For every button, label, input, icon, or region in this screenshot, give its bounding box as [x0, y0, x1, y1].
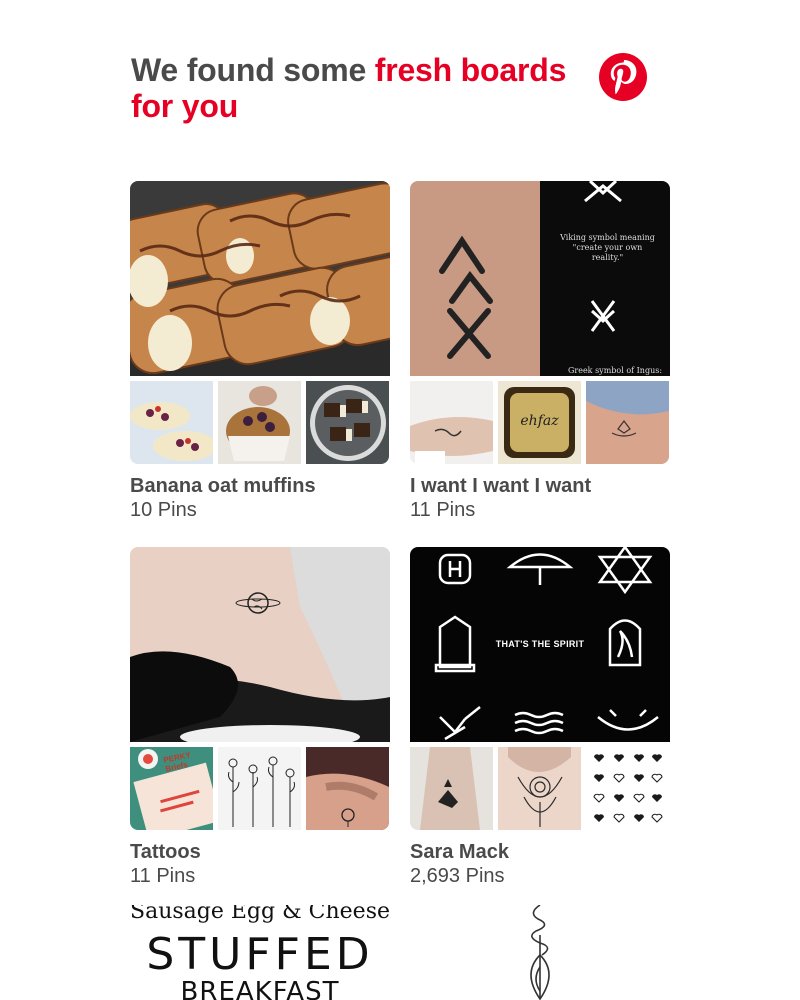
board-thumbnail — [410, 381, 493, 464]
board-cover-image: Viking symbol meaning "create your own r… — [410, 181, 670, 376]
board-card-teaser[interactable]: Sausage Egg & Cheese STUFFED BREAKFAST B… — [130, 905, 390, 1000]
board-thumbnail — [130, 381, 213, 464]
cover-caption: Greek symbol of Ingus: — [568, 366, 663, 375]
board-thumbnail: ehfaz — [498, 381, 581, 464]
board-thumbnail — [498, 747, 581, 830]
cover-caption: Viking symbol meaning "create your own r… — [560, 233, 655, 262]
board-pin-count: 2,693 Pins — [410, 865, 505, 887]
cover-caption: THAT'S THE SPIRIT — [495, 639, 585, 649]
board-title[interactable]: Sara Mack — [410, 840, 670, 864]
thumb-text: ehfaz — [520, 413, 559, 429]
board-thumbnail — [306, 381, 389, 464]
teaser-text: Sausage Egg & Cheese — [130, 905, 390, 924]
board-card-i-want-i-want-i-want[interactable]: Viking symbol meaning "create your own r… — [410, 181, 670, 522]
email-header: We found some fresh boards for you — [131, 52, 581, 124]
lotus-line-tattoo-icon — [530, 905, 550, 1000]
board-thumbnail — [218, 747, 301, 830]
board-cover-image — [130, 181, 390, 376]
board-thumbnail — [218, 381, 301, 464]
board-title[interactable]: Tattoos — [130, 840, 390, 864]
board-thumbnail: PERKY Briefs — [130, 747, 213, 830]
board-card-banana-oat-muffins[interactable]: Banana oat muffins 10 Pins — [130, 181, 390, 522]
teaser-text: BREAKFAST BISCUITS — [180, 977, 340, 1000]
board-cover-image — [130, 547, 390, 742]
board-thumbnails: ehfaz — [410, 381, 670, 464]
board-thumbnails — [130, 381, 390, 464]
pinterest-logo-icon[interactable] — [599, 53, 647, 101]
board-card-teaser[interactable] — [410, 905, 670, 1000]
board-thumbnails — [410, 747, 670, 830]
board-pin-count: 11 Pins — [410, 499, 476, 521]
board-thumbnails: PERKY Briefs — [130, 747, 390, 830]
board-pin-count: 10 Pins — [130, 499, 197, 521]
teaser-text: STUFFED — [146, 929, 374, 980]
board-thumbnail — [586, 747, 669, 830]
board-card-sara-mack[interactable]: THAT'S THE SPIRIT Sara Mack 2,693 Pins — [410, 547, 670, 888]
board-thumbnail — [410, 747, 493, 830]
board-title[interactable]: I want I want I want — [410, 474, 670, 498]
board-title[interactable]: Banana oat muffins — [130, 474, 390, 498]
headline: We found some fresh boards for you — [131, 52, 581, 124]
board-card-tattoos[interactable]: PERKY Briefs Tattoos 11 Pins — [130, 547, 390, 888]
board-pin-count: 11 Pins — [130, 865, 196, 887]
board-cover-image: THAT'S THE SPIRIT — [410, 547, 670, 742]
board-thumbnail — [306, 747, 389, 830]
board-thumbnail — [586, 381, 669, 464]
headline-text: We found some — [131, 52, 375, 88]
